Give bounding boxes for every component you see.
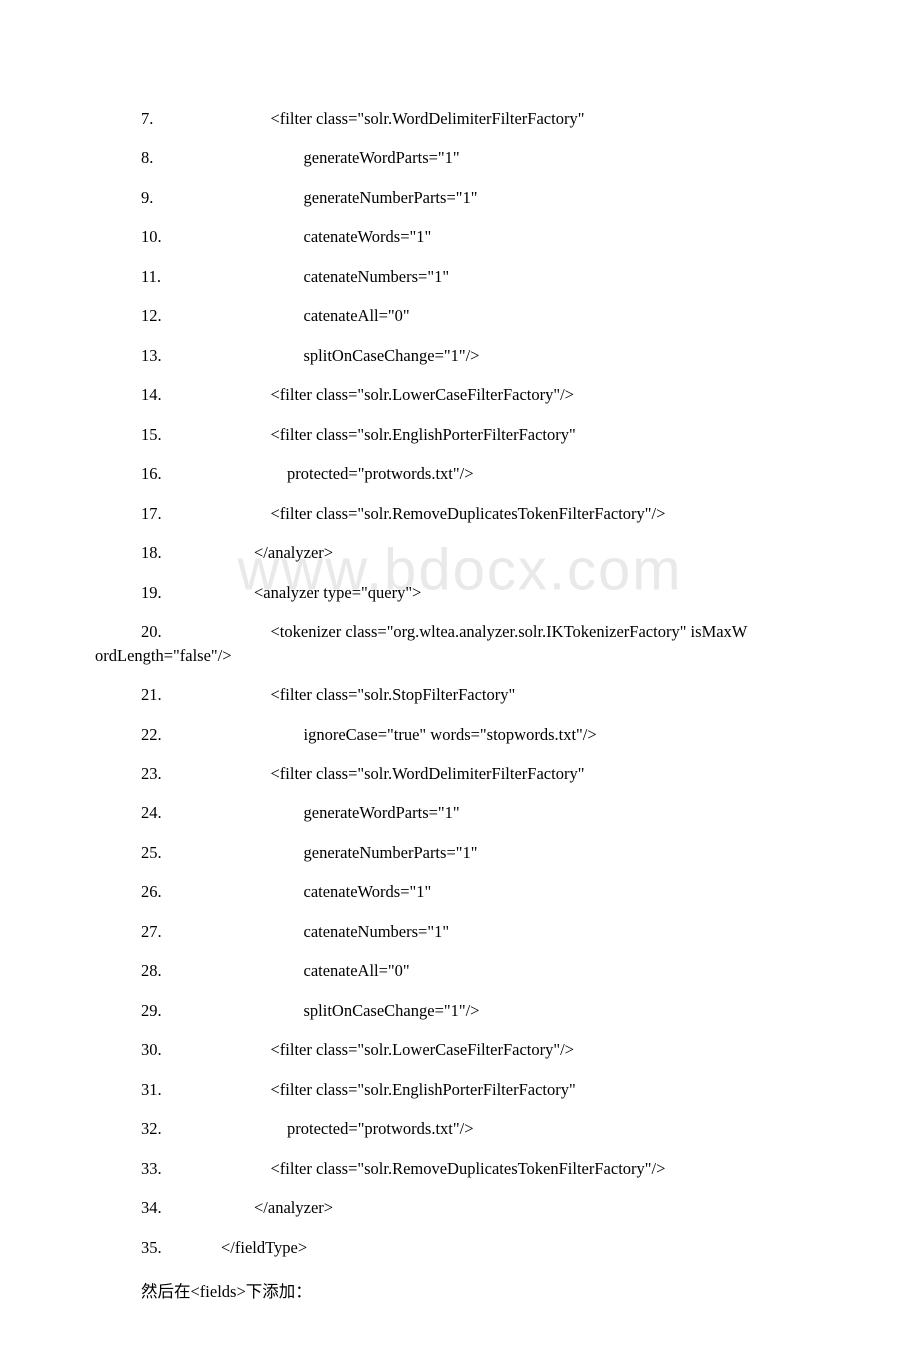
code-line: 15 <filter class="solr.EnglishPorterFilt… [95, 426, 825, 445]
line-number: 19 [95, 584, 205, 603]
code-line: 17 <filter class="solr.RemoveDuplicatesT… [95, 505, 825, 524]
code-line: 30 <filter class="solr.LowerCaseFilterFa… [95, 1041, 825, 1060]
code-line: 28 catenateAll="0" [95, 962, 825, 981]
line-number: 23 [95, 765, 205, 784]
code-text: <filter class="solr.EnglishPorterFilterF… [205, 426, 825, 445]
paragraph-text: 然后在<fields>下添加： [95, 1278, 825, 1302]
code-line: 27 catenateNumbers="1" [95, 923, 825, 942]
line-number: 13 [95, 347, 205, 366]
code-line: 34 </analyzer> [95, 1199, 825, 1218]
code-text: splitOnCaseChange="1"/> [205, 1002, 825, 1021]
line-number: 12 [95, 307, 205, 326]
line-number: 17 [95, 505, 205, 524]
code-text: protected="protwords.txt"/> [205, 1120, 825, 1139]
code-line: 13 splitOnCaseChange="1"/> [95, 347, 825, 366]
code-text: <filter class="solr.RemoveDuplicatesToke… [205, 505, 825, 524]
code-text: <filter class="solr.StopFilterFactory" [205, 686, 825, 705]
code-text: </fieldType> [205, 1239, 825, 1258]
line-number: 18 [95, 544, 205, 563]
code-text: <analyzer type="query"> [205, 584, 825, 603]
code-line: 18 </analyzer> [95, 544, 825, 563]
code-line: 19 <analyzer type="query"> [95, 584, 825, 603]
code-block: 7 <filter class="solr.WordDelimiterFilte… [95, 110, 825, 1258]
code-line: 32 protected="protwords.txt"/> [95, 1120, 825, 1139]
line-number: 7 [95, 110, 205, 129]
code-line: 35</fieldType> [95, 1239, 825, 1258]
line-number: 27 [95, 923, 205, 942]
line-number: 32 [95, 1120, 205, 1139]
code-text: catenateNumbers="1" [205, 268, 825, 287]
code-line: 11 catenateNumbers="1" [95, 268, 825, 287]
code-text: </analyzer> [205, 544, 825, 563]
code-line: 16 protected="protwords.txt"/> [95, 465, 825, 484]
code-text: catenateNumbers="1" [205, 923, 825, 942]
line-number: 10 [95, 228, 205, 247]
code-text: generateNumberParts="1" [205, 189, 825, 208]
code-line: 20 <tokenizer class="org.wltea.analyzer.… [95, 623, 825, 642]
code-text: <filter class="solr.RemoveDuplicatesToke… [205, 1160, 825, 1179]
line-number: 31 [95, 1081, 205, 1100]
line-number: 24 [95, 804, 205, 823]
code-text: <tokenizer class="org.wltea.analyzer.sol… [205, 623, 825, 642]
code-line: 21 <filter class="solr.StopFilterFactory… [95, 686, 825, 705]
line-number: 9 [95, 189, 205, 208]
code-text: splitOnCaseChange="1"/> [205, 347, 825, 366]
code-text: generateWordParts="1" [205, 804, 825, 823]
code-line: 33 <filter class="solr.RemoveDuplicatesT… [95, 1160, 825, 1179]
document-page: www.bdocx.com 7 <filter class="solr.Word… [0, 0, 920, 1362]
code-line: 24 generateWordParts="1" [95, 804, 825, 823]
code-line: 14 <filter class="solr.LowerCaseFilterFa… [95, 386, 825, 405]
code-text: catenateAll="0" [205, 962, 825, 981]
line-number: 30 [95, 1041, 205, 1060]
code-line: 29 splitOnCaseChange="1"/> [95, 1002, 825, 1021]
line-number: 14 [95, 386, 205, 405]
line-number: 22 [95, 726, 205, 745]
line-number: 33 [95, 1160, 205, 1179]
line-number: 34 [95, 1199, 205, 1218]
code-text: catenateWords="1" [205, 883, 825, 902]
code-line: 9 generateNumberParts="1" [95, 189, 825, 208]
code-text: generateNumberParts="1" [205, 844, 825, 863]
code-line: 22 ignoreCase="true" words="stopwords.tx… [95, 726, 825, 745]
code-line: 10 catenateWords="1" [95, 228, 825, 247]
line-number: 15 [95, 426, 205, 445]
code-line: 7 <filter class="solr.WordDelimiterFilte… [95, 110, 825, 129]
line-number: 25 [95, 844, 205, 863]
code-text: generateWordParts="1" [205, 149, 825, 168]
line-number: 29 [95, 1002, 205, 1021]
code-line: 12 catenateAll="0" [95, 307, 825, 326]
code-text: protected="protwords.txt"/> [205, 465, 825, 484]
line-number: 8 [95, 149, 205, 168]
line-number: 35 [95, 1239, 205, 1258]
line-number: 20 [95, 623, 205, 642]
code-line: 23 <filter class="solr.WordDelimiterFilt… [95, 765, 825, 784]
code-line-wrap: ordLength="false"/> [95, 647, 825, 666]
code-text: <filter class="solr.LowerCaseFilterFacto… [205, 386, 825, 405]
line-number: 11 [95, 268, 205, 287]
page-content: 7 <filter class="solr.WordDelimiterFilte… [95, 110, 825, 1302]
code-line: 26 catenateWords="1" [95, 883, 825, 902]
code-text: catenateAll="0" [205, 307, 825, 326]
line-number: 21 [95, 686, 205, 705]
code-text: <filter class="solr.LowerCaseFilterFacto… [205, 1041, 825, 1060]
line-number: 16 [95, 465, 205, 484]
code-line: 31 <filter class="solr.EnglishPorterFilt… [95, 1081, 825, 1100]
code-text: ignoreCase="true" words="stopwords.txt"/… [205, 726, 825, 745]
code-text: <filter class="solr.WordDelimiterFilterF… [205, 765, 825, 784]
line-number: 28 [95, 962, 205, 981]
line-number: 26 [95, 883, 205, 902]
code-text: </analyzer> [205, 1199, 825, 1218]
code-text: catenateWords="1" [205, 228, 825, 247]
code-text: <filter class="solr.WordDelimiterFilterF… [205, 110, 825, 129]
code-line: 8 generateWordParts="1" [95, 149, 825, 168]
code-text: <filter class="solr.EnglishPorterFilterF… [205, 1081, 825, 1100]
code-line: 25 generateNumberParts="1" [95, 844, 825, 863]
